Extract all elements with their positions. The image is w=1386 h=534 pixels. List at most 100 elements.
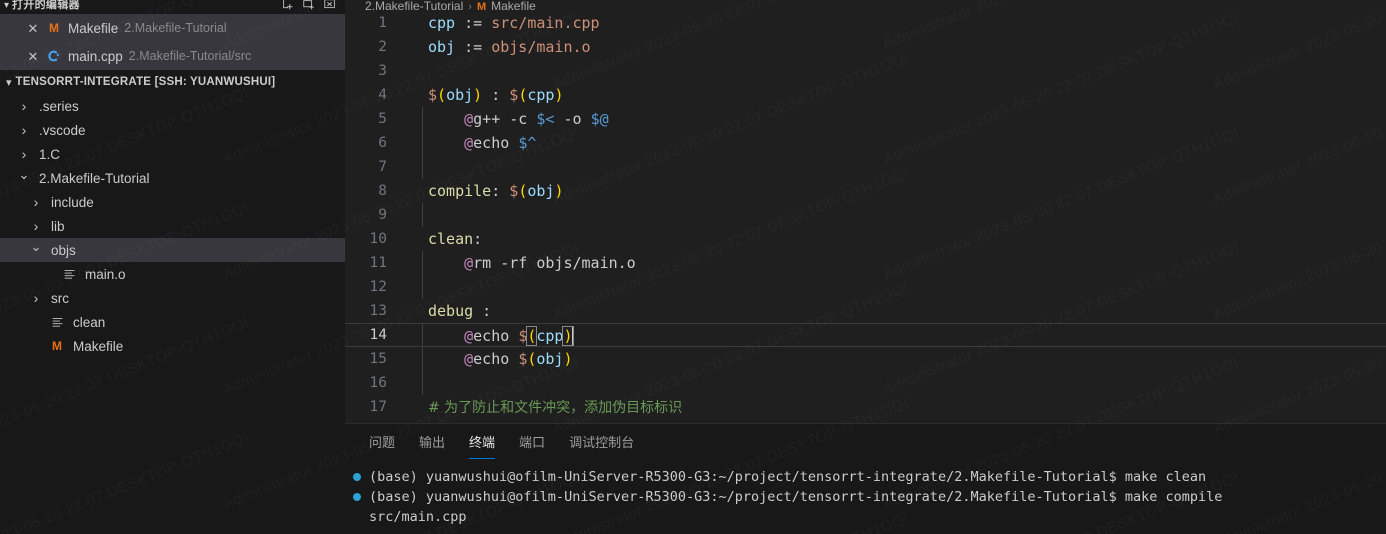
code-text: cpp := src/main.cpp bbox=[428, 14, 600, 32]
open-editor-item-maincpp[interactable]: ✕ main.cpp 2.Makefile-Tutorial/src bbox=[0, 42, 345, 70]
close-icon[interactable]: ✕ bbox=[26, 50, 40, 63]
text-file-icon bbox=[60, 268, 78, 281]
chevron-right-icon: › bbox=[21, 146, 27, 162]
tree-item-makefile[interactable]: M Makefile bbox=[0, 334, 345, 358]
open-editor-name: main.cpp bbox=[68, 48, 123, 64]
chevron-right-icon: › bbox=[21, 122, 27, 138]
terminal-line: src/main.cpp bbox=[353, 507, 1386, 527]
tree-item-src[interactable]: › src bbox=[0, 286, 345, 310]
explorer-root-folder[interactable]: ▾ TENSORRT-INTEGRATE [SSH: YUANWUSHUI] bbox=[0, 70, 345, 94]
panel-tab-调试控制台[interactable]: 调试控制台 bbox=[557, 424, 646, 459]
chevron-right-icon: › bbox=[33, 194, 39, 210]
code-line[interactable]: 8 compile: $(obj) bbox=[345, 179, 1386, 203]
file-tree: › .series › .vscode › 1.C ⌄ 2.Makefile-Tutorial… bbox=[0, 94, 345, 534]
panel-tab-问题[interactable]: 问题 bbox=[357, 424, 407, 459]
terminal-line-text: (base) yuanwushui@ofilm-UniServer-R5300-… bbox=[369, 469, 1207, 485]
code-line[interactable]: 9 bbox=[345, 203, 1386, 227]
code-line[interactable]: 12 bbox=[345, 275, 1386, 299]
panel-tab-终端[interactable]: 终端 bbox=[457, 424, 507, 459]
panel-tab-输出[interactable]: 输出 bbox=[407, 424, 457, 459]
indent-guide bbox=[422, 275, 423, 299]
terminal-line-spacer bbox=[353, 513, 361, 521]
makefile-icon: M bbox=[52, 339, 62, 353]
line-number: 13 bbox=[369, 303, 387, 319]
chevron-down-icon: ⌄ bbox=[30, 239, 42, 254]
tree-item-label: .series bbox=[39, 98, 79, 114]
code-text: compile: $(obj) bbox=[428, 182, 564, 200]
chevron-down-icon: ▾ bbox=[6, 76, 12, 89]
code-line[interactable]: 6 @echo $^ bbox=[345, 131, 1386, 155]
code-line[interactable]: 17 # 为了防止和文件冲突，添加伪目标标识 bbox=[345, 395, 1386, 419]
code-line[interactable]: 13 debug : bbox=[345, 299, 1386, 323]
code-text: $(obj) : $(cpp) bbox=[428, 86, 564, 104]
code-text: clean: bbox=[428, 230, 483, 248]
tree-item-vscode[interactable]: › .vscode bbox=[0, 118, 345, 142]
terminal-output[interactable]: (base) yuanwushui@ofilm-UniServer-R5300-… bbox=[345, 459, 1386, 534]
tree-item-label: include bbox=[51, 194, 94, 210]
open-editor-description: 2.Makefile-Tutorial bbox=[124, 21, 227, 35]
makefile-icon: M bbox=[49, 21, 59, 35]
tree-item-clean[interactable]: clean bbox=[0, 310, 345, 334]
cpp-file-icon bbox=[46, 48, 62, 64]
tree-item-label: lib bbox=[51, 218, 65, 234]
text-file-icon bbox=[48, 316, 66, 329]
code-line[interactable]: 11 @rm -rf objs/main.o bbox=[345, 251, 1386, 275]
explorer-root-label: TENSORRT-INTEGRATE [SSH: YUANWUSHUI] bbox=[15, 76, 276, 88]
tree-item-label: objs bbox=[51, 242, 76, 258]
tree-item-main-o[interactable]: main.o bbox=[0, 262, 345, 286]
open-editors-actions bbox=[281, 0, 337, 12]
open-editor-name: Makefile bbox=[68, 20, 119, 36]
code-line[interactable]: 18.PHONY : compile clean bbox=[345, 419, 1386, 423]
open-editors-header[interactable]: ▾ 打开的编辑器 bbox=[0, 0, 345, 14]
code-text: obj := objs/main.o bbox=[428, 38, 591, 56]
terminal-line-text: src/main.cpp bbox=[369, 509, 467, 525]
tree-item-1-c[interactable]: › 1.C bbox=[0, 142, 345, 166]
close-icon[interactable]: ✕ bbox=[26, 22, 40, 35]
line-number: 3 bbox=[378, 63, 387, 79]
open-editors-list: ✕ M Makefile 2.Makefile-Tutorial ✕ main.… bbox=[0, 14, 345, 70]
tree-item-series[interactable]: › .series bbox=[0, 94, 345, 118]
code-line[interactable]: 14 @echo $(cpp) bbox=[345, 323, 1386, 347]
code-line[interactable]: 16 bbox=[345, 371, 1386, 395]
open-editor-description: 2.Makefile-Tutorial/src bbox=[128, 49, 252, 63]
terminal-line: (base) yuanwushui@ofilm-UniServer-R5300-… bbox=[353, 487, 1386, 507]
code-line[interactable]: 5 @g++ -c $< -o $@ bbox=[345, 107, 1386, 131]
code-line[interactable]: 10 clean: bbox=[345, 227, 1386, 251]
tree-item-label: 1.C bbox=[39, 146, 61, 162]
open-editor-item-makefile[interactable]: ✕ M Makefile 2.Makefile-Tutorial bbox=[0, 14, 345, 42]
tree-item-label: src bbox=[51, 290, 69, 306]
new-file-icon[interactable] bbox=[281, 0, 295, 12]
code-line[interactable]: 4 $(obj) : $(cpp) bbox=[345, 83, 1386, 107]
bottom-panel: 问题 输出 终端 端口 调试控制台 (base) yuanwushui@ofilm-Un… bbox=[345, 423, 1386, 534]
code-line[interactable]: 2 obj := objs/main.o bbox=[345, 35, 1386, 59]
tree-item-lib[interactable]: › lib bbox=[0, 214, 345, 238]
open-editors-title: 打开的编辑器 bbox=[12, 0, 80, 11]
code-line[interactable]: 7 bbox=[345, 155, 1386, 179]
breadcrumb-folder[interactable]: 2.Makefile-Tutorial bbox=[365, 0, 463, 11]
code-text: @echo $(obj) bbox=[464, 350, 573, 368]
tree-item-objs[interactable]: ⌄ objs bbox=[0, 238, 345, 262]
editor-area: 2.Makefile-Tutorial › M Makefile 1 cpp :=… bbox=[345, 0, 1386, 534]
code-line[interactable]: 1 cpp := src/main.cpp bbox=[345, 11, 1386, 35]
command-decoration-icon bbox=[353, 493, 361, 501]
breadcrumb[interactable]: 2.Makefile-Tutorial › M Makefile bbox=[345, 0, 1386, 11]
panel-tab-端口[interactable]: 端口 bbox=[507, 424, 557, 459]
line-number: 5 bbox=[378, 111, 387, 127]
code-line[interactable]: 3 bbox=[345, 59, 1386, 83]
code-editor[interactable]: 1 cpp := src/main.cpp 2 obj := objs/main.o 3… bbox=[345, 11, 1386, 423]
code-line[interactable]: 15 @echo $(obj) bbox=[345, 347, 1386, 371]
code-text: .PHONY : compile clean bbox=[409, 422, 627, 423]
command-decoration-icon bbox=[353, 473, 361, 481]
line-number: 7 bbox=[378, 159, 387, 175]
line-number: 4 bbox=[378, 87, 387, 103]
code-text: @echo $(cpp) bbox=[464, 325, 574, 346]
new-folder-icon[interactable] bbox=[302, 0, 316, 12]
open-editors-header-left[interactable]: ▾ 打开的编辑器 bbox=[4, 0, 281, 14]
tree-item-2-makefile-tutorial[interactable]: ⌄ 2.Makefile-Tutorial bbox=[0, 166, 345, 190]
indent-guide bbox=[422, 155, 423, 179]
makefile-icon: M bbox=[476, 1, 487, 11]
tree-item-include[interactable]: › include bbox=[0, 190, 345, 214]
collapse-all-icon[interactable] bbox=[323, 0, 337, 12]
terminal-line: (base) yuanwushui@ofilm-UniServer-R5300-… bbox=[353, 467, 1386, 487]
breadcrumb-file[interactable]: Makefile bbox=[491, 0, 536, 11]
